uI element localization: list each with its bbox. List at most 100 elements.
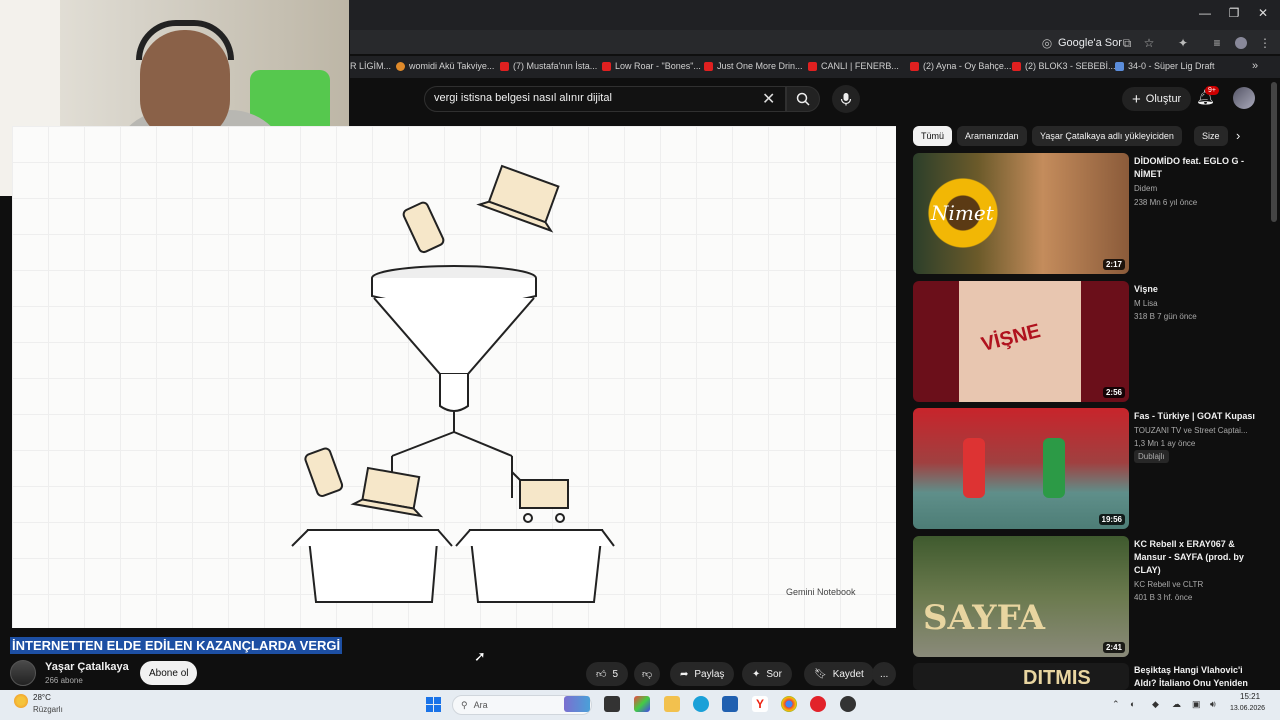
account-avatar[interactable] <box>1233 87 1255 109</box>
save-button[interactable]: 🔖︎ Kaydet <box>804 662 874 686</box>
bookmark-item[interactable]: (7) Mustafa'nın İsta... <box>500 61 597 71</box>
recording-app-icon[interactable] <box>840 696 856 712</box>
browser-menu-icon[interactable]: ⋮ <box>1258 36 1272 50</box>
search-icon: ⚲ <box>461 699 468 710</box>
bookmark-item[interactable]: (2) BLOK3 - SEBEBİ... <box>1012 61 1116 71</box>
shopping-cart-illustration <box>511 471 569 523</box>
chip-from-search[interactable]: Aramanızdan <box>957 126 1027 146</box>
video-thumbnail[interactable]: SAYFA 2:41 <box>913 536 1129 657</box>
create-button[interactable]: + Oluştur <box>1122 87 1192 111</box>
recommendation-title[interactable]: Beşiktaş Hangi Vlahovic'i Aldı? İtaliano… <box>1134 664 1264 690</box>
windows-start-icon[interactable] <box>426 697 441 712</box>
recommendation-channel[interactable]: KC Rebell ve CLTR <box>1134 578 1264 591</box>
recommendation-channel[interactable]: TOUZANI TV ve Street Captai... <box>1134 424 1264 437</box>
more-actions-button[interactable]: ... <box>872 662 897 686</box>
recommendation-title[interactable]: Fas - Türkiye | GOAT Kupası <box>1134 410 1264 423</box>
video-thumbnail[interactable]: DITMIS <box>913 663 1129 690</box>
tray-overflow-icon[interactable]: ⌃ <box>1112 699 1120 710</box>
share-icon: ➦ <box>680 668 689 680</box>
task-view-icon[interactable] <box>604 696 620 712</box>
weather-sun-icon[interactable] <box>14 694 28 708</box>
recommendation-stats: 1,3 Mn 1 ay önce <box>1134 439 1196 448</box>
video-thumbnail[interactable]: 19:56 <box>913 408 1129 529</box>
tray-app-icon[interactable]: ▣ <box>1192 699 1201 710</box>
mouse-cursor-icon: ➚ <box>474 648 486 664</box>
widgets-app-icon[interactable] <box>564 696 590 712</box>
save-label: Kaydet <box>832 668 864 680</box>
channel-avatar[interactable] <box>10 660 36 686</box>
recommendation-stats: 401 B 3 hf. önce <box>1134 593 1193 602</box>
store-app-icon[interactable] <box>722 696 738 712</box>
duration-badge: 19:56 <box>1098 514 1125 525</box>
thumbnail-text: SAYFA <box>923 598 1046 638</box>
bookmark-item[interactable]: Just One More Drin... <box>704 61 803 71</box>
taskbar-clock-time[interactable]: 15:21 <box>1240 692 1260 701</box>
recommendation-title[interactable]: Vişne <box>1134 283 1264 296</box>
thumbs-up-icon: 👍︎ <box>596 669 607 680</box>
copilot-icon[interactable] <box>634 696 650 712</box>
chip-all[interactable]: Tümü <box>913 126 953 146</box>
bookmark-star-icon[interactable]: ☆ <box>1142 36 1156 50</box>
ask-button[interactable]: ✦ Sor <box>742 662 792 686</box>
search-button[interactable] <box>786 86 820 112</box>
google-lens-label: Google'a Sor <box>1058 37 1122 49</box>
duration-badge: 2:56 <box>1102 387 1125 398</box>
recommendation-title[interactable]: DİDOMİDO feat. EGLO G - NİMET <box>1134 155 1264 181</box>
bookmarks-overflow-icon[interactable]: » <box>1252 60 1258 72</box>
dislike-button[interactable]: 👎︎ <box>634 662 661 686</box>
red-app-icon[interactable] <box>810 696 826 712</box>
video-thumbnail[interactable]: VİŞNE 2:56 <box>913 281 1129 402</box>
more-icon: ... <box>880 668 889 680</box>
recommendation-channel[interactable]: Didem <box>1134 182 1264 195</box>
share-button[interactable]: ➦ Paylaş <box>670 662 735 686</box>
file-explorer-icon[interactable] <box>664 696 680 712</box>
like-button[interactable]: 👍︎ 5 <box>586 662 629 686</box>
extensions-icon[interactable]: ✦ <box>1176 36 1190 50</box>
bookmark-item[interactable]: 34-0 - Süper Lig Draft <box>1115 61 1215 71</box>
volume-icon[interactable]: 🔊︎ <box>1210 699 1216 710</box>
bookmark-favicon-icon <box>1115 61 1124 71</box>
video-thumbnail[interactable]: Nimet 2:17 <box>913 153 1129 274</box>
recommendation-channel[interactable]: M Lisa <box>1134 297 1264 310</box>
dubbed-badge: Dublajlı <box>1134 450 1169 463</box>
scrollbar[interactable] <box>1271 82 1277 222</box>
tray-app-icon[interactable]: ◆ <box>1152 699 1159 710</box>
bookmark-item[interactable]: R LİGİM... <box>350 61 391 71</box>
bookmark-item[interactable]: (2) Ayna - Oy Bahçe... <box>910 61 1011 71</box>
bookmark-item[interactable]: CANLI | FENERB... <box>808 61 899 71</box>
edge-browser-icon[interactable] <box>693 696 709 712</box>
chevron-right-icon[interactable]: › <box>1236 128 1240 143</box>
bookmark-item[interactable]: Low Roar - "Bones"... <box>602 61 701 71</box>
taskbar-clock-date[interactable]: 13.06.2026 <box>1230 705 1265 712</box>
close-window-button[interactable]: ✕ <box>1254 6 1272 20</box>
ask-label: Sor <box>766 668 782 680</box>
recommendation-title[interactable]: KC Rebell x ERAY067 & Mansur - SAYFA (pr… <box>1134 538 1264 577</box>
weather-temperature[interactable]: 28°C <box>33 693 51 702</box>
tray-app-icon[interactable]: ◐ <box>1130 699 1135 709</box>
thumbs-down-icon: 👎︎ <box>642 669 653 680</box>
cast-icon[interactable]: ⧉ <box>1120 36 1134 50</box>
tab-search-icon[interactable]: ≡ <box>1210 36 1224 50</box>
youtube-favicon-icon <box>808 61 817 71</box>
tray-app-icon[interactable]: ☁︎ <box>1172 699 1181 710</box>
notification-badge: 9+ <box>1205 86 1219 95</box>
search-input[interactable]: vergi istisna belgesi nasıl alınır dijit… <box>434 92 754 104</box>
address-bar[interactable] <box>350 30 1280 54</box>
google-lens-button[interactable]: ◎ Google'a Sor <box>1040 36 1122 50</box>
minimize-button[interactable]: — <box>1196 6 1214 20</box>
chip-from-uploader[interactable]: Yaşar Çatalkaya adlı yükleyiciden <box>1032 126 1182 146</box>
restore-button[interactable]: ❐ <box>1225 6 1243 20</box>
chip-for-you[interactable]: Size <box>1194 126 1228 146</box>
like-count: 5 <box>612 668 619 680</box>
voice-search-button[interactable] <box>832 85 860 113</box>
clear-search-icon[interactable]: ✕ <box>762 89 775 109</box>
bookmark-item[interactable]: womidi Akü Takviye... <box>396 61 494 71</box>
video-player[interactable] <box>12 126 896 628</box>
profile-avatar[interactable] <box>1235 37 1247 49</box>
thumbnail-text: Nimet <box>931 201 994 225</box>
lens-icon: ◎ <box>1041 36 1053 50</box>
yandex-browser-icon[interactable]: Y <box>752 696 768 712</box>
chrome-browser-icon[interactable] <box>781 696 797 712</box>
channel-name[interactable]: Yaşar Çatalkaya <box>45 661 129 673</box>
subscribe-button[interactable]: Abone ol <box>140 661 198 685</box>
